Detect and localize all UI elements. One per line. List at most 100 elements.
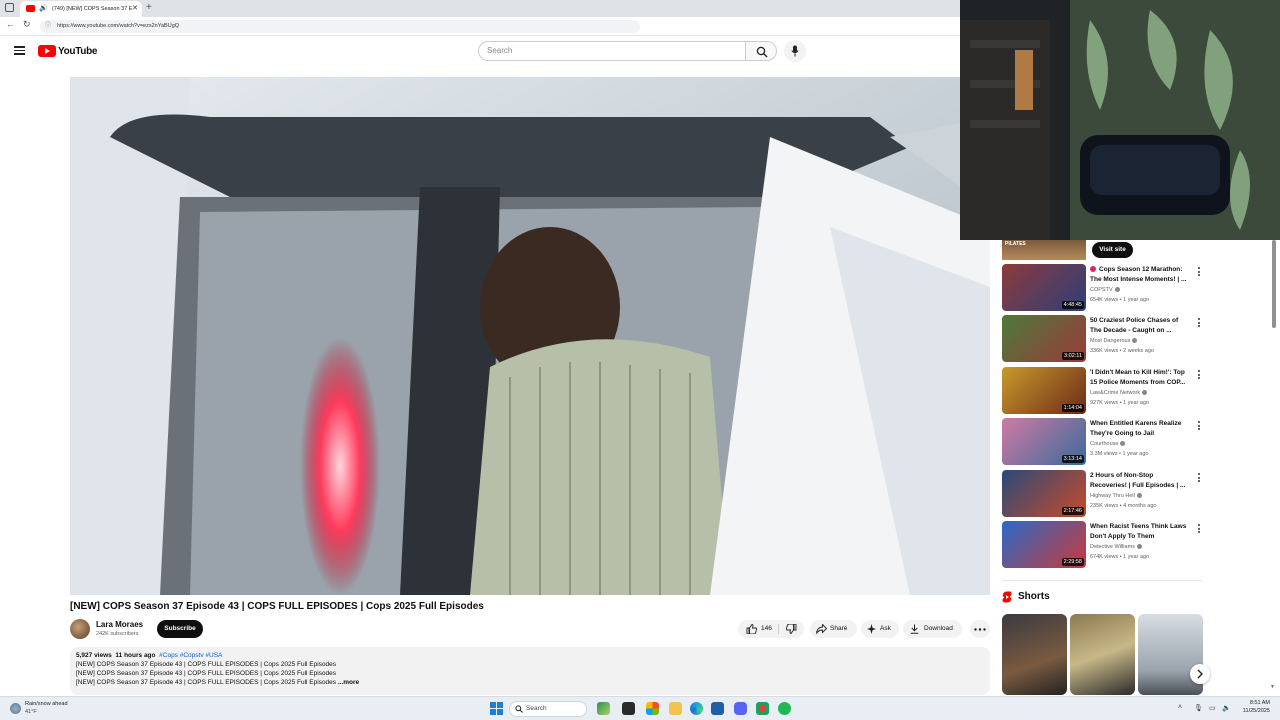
recommendation-title[interactable]: When Entitled Karens Realize They're Goi…	[1090, 419, 1190, 439]
recommendation-card[interactable]: 2:17:46 2 Hours of Non-Stop Recoveries! |…	[1002, 470, 1202, 518]
video-player[interactable]	[70, 77, 990, 595]
short-thumbnail[interactable]	[1070, 614, 1135, 695]
recommendation-title[interactable]: When Racist Teens Think Laws Don't Apply…	[1090, 522, 1190, 542]
verified-icon	[1114, 287, 1120, 293]
site-info-icon[interactable]: ⓘ	[45, 20, 51, 33]
recommendation-thumbnail[interactable]: 4:48:45	[1002, 264, 1086, 311]
download-button[interactable]: Download	[903, 620, 962, 638]
ask-button[interactable]: Ask	[861, 620, 899, 638]
subscribe-button[interactable]: Subscribe	[157, 620, 203, 638]
recommendation-thumbnail[interactable]: 3:13:14	[1002, 418, 1086, 465]
page-scrollbar[interactable]	[1271, 240, 1277, 695]
recommendation-title-text: When Racist Teens Think Laws Don't Apply…	[1090, 523, 1187, 540]
weather-icon[interactable]	[10, 703, 21, 714]
shorts-next-button[interactable]	[1190, 664, 1210, 684]
recommendation-meta: 336K views • 2 weeks ago	[1090, 348, 1154, 354]
recommendation-title-text: 2 Hours of Non-Stop Recoveries! | Full E…	[1090, 472, 1186, 489]
more-vertical-icon[interactable]	[1196, 267, 1202, 279]
more-actions-button[interactable]	[970, 620, 990, 638]
visit-site-button[interactable]: Visit site	[1092, 242, 1133, 258]
volume-icon[interactable]: 🔈	[1222, 704, 1231, 712]
file-explorer-icon[interactable]	[669, 702, 682, 715]
recommendation-channel[interactable]: Courthouse	[1090, 441, 1126, 447]
microphone-tray-icon[interactable]: 🎙	[1194, 704, 1203, 712]
more-vertical-icon[interactable]	[1196, 318, 1202, 330]
description-box[interactable]: 5,927 views 11 hours ago #Cops #Copstv #…	[70, 647, 990, 695]
scrollbar-thumb[interactable]	[1272, 240, 1276, 328]
recommendation-title[interactable]: 2 Hours of Non-Stop Recoveries! | Full E…	[1090, 471, 1190, 491]
taskbar-search[interactable]: Search	[509, 701, 587, 717]
show-more-link[interactable]: ...more	[338, 679, 359, 686]
discord-icon[interactable]	[734, 702, 747, 715]
channel-avatar[interactable]	[70, 619, 90, 639]
youtube-logo[interactable]: YouTube	[38, 44, 98, 58]
thumbs-up-icon[interactable]	[746, 624, 757, 634]
recommendation-title-text: When Entitled Karens Realize They're Goi…	[1090, 420, 1182, 437]
address-bar[interactable]: ⓘ https://www.youtube.com/watch?v=ezs2nY…	[40, 20, 640, 33]
weather-summary[interactable]: Rain/snow ahead	[25, 701, 68, 707]
recommendation-card[interactable]: 3:02:11 50 Craziest Police Chases of The …	[1002, 315, 1202, 363]
reload-icon[interactable]: ↻	[23, 19, 31, 30]
shorts-icon	[1002, 591, 1012, 603]
recommendation-meta: 927K views • 1 year ago	[1090, 400, 1150, 406]
recommendation-card[interactable]: 1:14:04 'I Didn't Mean to Kill Him!': Top…	[1002, 367, 1202, 415]
more-vertical-icon[interactable]	[1196, 421, 1202, 433]
new-tab-button[interactable]: +	[146, 0, 152, 16]
edge-browser-icon[interactable]	[690, 702, 703, 715]
recommendation-channel[interactable]: Detective Williams	[1090, 544, 1142, 550]
search-icon	[515, 705, 523, 713]
start-button[interactable]	[490, 702, 503, 715]
thumbs-down-icon[interactable]	[786, 624, 797, 634]
recommendation-channel[interactable]: Highway Thru Hell	[1090, 493, 1142, 499]
recommendation-channel-name: Law&Crime Network	[1090, 390, 1141, 396]
voice-search-button[interactable]	[784, 40, 806, 62]
recommendation-thumbnail[interactable]: 1:14:04	[1002, 367, 1086, 414]
recommendation-channel[interactable]: COPSTV	[1090, 287, 1120, 293]
more-vertical-icon[interactable]	[1196, 473, 1202, 485]
taskbar-time[interactable]: 8:51 AM	[1246, 700, 1270, 706]
network-icon[interactable]: ▭	[1209, 704, 1216, 712]
description-line-last: [NEW] COPS Season 37 Episode 43 | COPS F…	[76, 679, 984, 686]
widgets-icon[interactable]	[597, 702, 610, 715]
recommendation-title[interactable]: Cops Season 12 Marathon: The Most Intens…	[1090, 265, 1190, 285]
recommendation-title[interactable]: 50 Craziest Police Chases of The Decade …	[1090, 316, 1190, 336]
speaker-icon[interactable]: 🔊	[39, 1, 48, 17]
tab-actions-icon[interactable]	[5, 3, 14, 12]
store-icon[interactable]	[711, 702, 724, 715]
weather-temperature[interactable]: 41°F	[25, 709, 37, 715]
more-vertical-icon[interactable]	[1196, 524, 1202, 536]
more-vertical-icon[interactable]	[1196, 370, 1202, 382]
like-count[interactable]: 146	[761, 620, 772, 638]
short-thumbnail[interactable]	[1002, 614, 1067, 695]
recommendation-thumbnail[interactable]: 3:02:11	[1002, 315, 1086, 362]
search-button[interactable]	[745, 41, 777, 61]
tray-overflow-icon[interactable]: ˄	[1178, 704, 1182, 711]
spotify-icon[interactable]	[778, 702, 791, 715]
ad-thumbnail[interactable]: PILATES	[1002, 240, 1086, 260]
recommendation-thumbnail[interactable]: 2:29:58	[1002, 521, 1086, 568]
recommendation-channel[interactable]: Law&Crime Network	[1090, 390, 1148, 396]
recommendation-card[interactable]: 2:29:58 When Racist Teens Think Laws Don'…	[1002, 521, 1202, 569]
hashtags[interactable]: #Cops #Copstv #USA	[159, 652, 222, 659]
channel-name[interactable]: Lara Moraes	[96, 620, 143, 629]
ad-label: PILATES	[1005, 241, 1026, 247]
short-thumbnail[interactable]	[1138, 614, 1203, 695]
search-input[interactable]: Search	[478, 41, 746, 61]
close-tab-icon[interactable]: ✕	[132, 1, 138, 17]
recommendation-card[interactable]: 4:48:45 Cops Season 12 Marathon: The Most…	[1002, 264, 1202, 312]
recommendation-card[interactable]: 3:13:14 When Entitled Karens Realize They…	[1002, 418, 1202, 466]
chrome-icon[interactable]	[756, 702, 769, 715]
recommendation-title[interactable]: 'I Didn't Mean to Kill Him!': Top 15 Pol…	[1090, 368, 1190, 388]
scroll-down-icon[interactable]: ▼	[1270, 684, 1275, 690]
share-button[interactable]: Share	[810, 620, 857, 638]
copilot-icon[interactable]	[646, 702, 659, 715]
back-icon[interactable]: ←	[6, 19, 15, 29]
browser-tab-youtube[interactable]: 🔊 (749) [NEW] COPS Season 37 E ✕	[20, 1, 142, 17]
chevron-right-icon	[1197, 669, 1203, 679]
recommendation-channel[interactable]: Most Dangerous	[1090, 338, 1138, 344]
windows-taskbar: Rain/snow ahead 41°F Search ˄ 🎙 ▭ 🔈 8:51…	[0, 696, 1280, 720]
menu-icon[interactable]	[14, 46, 25, 55]
taskbar-date[interactable]: 11/25/2025	[1238, 708, 1270, 714]
recommendation-thumbnail[interactable]: 2:17:46	[1002, 470, 1086, 517]
task-view-icon[interactable]	[622, 702, 635, 715]
